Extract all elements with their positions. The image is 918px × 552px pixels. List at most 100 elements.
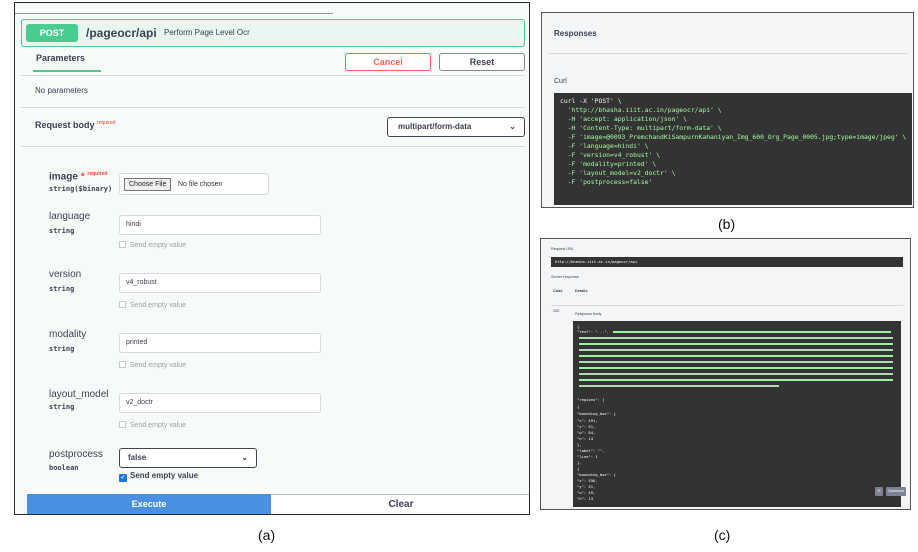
- json-line: "y": 51,: [577, 484, 596, 489]
- ocr-text-line: [579, 361, 893, 363]
- ocr-text-line: [579, 373, 893, 375]
- language-input[interactable]: hindi: [119, 215, 321, 235]
- tab-parameters[interactable]: Parameters: [36, 53, 85, 63]
- layout-model-input[interactable]: v2_doctr: [119, 393, 321, 413]
- param-image-name: image * required: [49, 171, 107, 182]
- execute-button[interactable]: Execute: [27, 494, 271, 514]
- endpoint-summary: Perform Page Level Ocr: [164, 28, 250, 37]
- param-language-type: string: [49, 227, 75, 235]
- param-layout-model-name: layout_model: [49, 389, 109, 400]
- divider: [21, 75, 525, 76]
- ocr-text-line: [579, 337, 893, 339]
- caption-c: (c): [714, 527, 731, 543]
- clear-button[interactable]: Clear: [271, 494, 529, 514]
- checkbox-icon[interactable]: [119, 421, 126, 428]
- swagger-operation-panel: POST /pageocr/api Perform Page Level Ocr…: [14, 2, 530, 515]
- json-line: "bounding_box": {: [577, 472, 616, 477]
- ocr-text-line: [579, 367, 893, 369]
- caption-a: (a): [258, 527, 276, 543]
- download-button[interactable]: Download: [886, 487, 906, 496]
- content-type-select[interactable]: multipart/form-data ⌄: [387, 117, 525, 137]
- json-line: },: [577, 442, 582, 447]
- curl-line: -H 'Content-Type: multipart/form-data' \: [560, 124, 722, 132]
- operation-header[interactable]: POST /pageocr/api Perform Page Level Ocr: [21, 19, 525, 47]
- responses-panel: Responses Curl curl -X 'POST' \ 'http://…: [541, 12, 914, 208]
- details-header: Details: [575, 289, 588, 293]
- json-line: },: [577, 460, 582, 465]
- chevron-down-icon: ⌄: [509, 122, 516, 131]
- response-body-code-block[interactable]: { "text": "...", "regions": [ { "boundin…: [573, 321, 901, 507]
- json-line: "bounding_box": {: [577, 411, 616, 416]
- curl-line: -F 'modality=printed' \: [560, 160, 657, 168]
- checkbox-icon[interactable]: [119, 301, 126, 308]
- response-body-label: Response body: [575, 312, 602, 316]
- param-postprocess-type: boolean: [49, 464, 79, 472]
- checkbox-icon[interactable]: [119, 241, 126, 248]
- file-input[interactable]: Choose File No file chosen: [119, 173, 269, 195]
- param-postprocess-name: postprocess: [49, 449, 103, 460]
- json-line: "x": 491,: [577, 418, 598, 423]
- modality-input[interactable]: printed: [119, 333, 321, 353]
- server-response-label: Server response: [551, 275, 579, 279]
- param-layout-model-type: string: [49, 403, 75, 411]
- json-line: "label": "",: [577, 448, 605, 453]
- request-body-heading: Request body required: [35, 120, 115, 130]
- request-url-label: Request URL: [551, 247, 574, 251]
- curl-line: 'http://bhasha.iiit.ac.in/pageocr/api' \: [560, 106, 722, 114]
- no-file-text: No file chosen: [178, 181, 223, 188]
- ocr-text-line: [613, 331, 891, 333]
- curl-code-block[interactable]: curl -X 'POST' \ 'http://bhasha.iiit.ac.…: [554, 93, 912, 205]
- status-code: 200: [553, 309, 560, 313]
- curl-line: -F 'postprocess=false': [560, 178, 653, 186]
- send-empty-language[interactable]: Send empty value: [119, 241, 186, 249]
- json-line: "w": 49,: [577, 490, 596, 495]
- json-line: "x": 556,: [577, 478, 598, 483]
- reset-button[interactable]: Reset: [439, 53, 525, 71]
- json-line: "h": 13: [577, 496, 594, 501]
- responses-heading: Responses: [554, 29, 597, 38]
- postprocess-select[interactable]: false ⌄: [119, 448, 257, 468]
- json-line: "w": 84,: [577, 430, 596, 435]
- curl-label: Curl: [554, 78, 567, 85]
- version-input[interactable]: v4_robust: [119, 273, 321, 293]
- divider: [551, 305, 903, 306]
- send-empty-postprocess[interactable]: ✓ Send empty value: [119, 471, 198, 482]
- param-modality-type: string: [49, 345, 75, 353]
- json-line: {: [577, 466, 580, 471]
- request-url-text: http://bhasha.iiit.ac.in/pageocr/api: [555, 259, 638, 264]
- send-empty-version[interactable]: Send empty value: [119, 301, 186, 309]
- send-empty-label: Send empty value: [130, 362, 187, 369]
- checkbox-checked-icon[interactable]: ✓: [119, 474, 127, 482]
- curl-line: -F 'layout_model=v2_doctr' \: [560, 169, 676, 177]
- ocr-text-line: [579, 349, 893, 351]
- ocr-text-line: [579, 343, 893, 345]
- json-line: "text": "...",: [577, 329, 610, 334]
- copy-button[interactable]: ⎘: [875, 487, 883, 496]
- content-type-value: multipart/form-data: [398, 122, 472, 131]
- checkbox-icon[interactable]: [119, 361, 126, 368]
- endpoint-path: /pageocr/api: [86, 26, 157, 40]
- server-response-panel: Request URL http://bhasha.iiit.ac.in/pag…: [540, 238, 911, 510]
- curl-line: -F 'version=v4_robust' \: [560, 151, 661, 159]
- required-marker: required: [97, 120, 116, 126]
- request-body-label: Request body: [35, 120, 95, 130]
- send-empty-modality[interactable]: Send empty value: [119, 361, 186, 369]
- json-line: "regions": [: [577, 397, 605, 402]
- cancel-button[interactable]: Cancel: [345, 53, 431, 71]
- param-version-name: version: [49, 269, 82, 280]
- required-star: *: [80, 171, 85, 183]
- curl-line: -H 'accept: application/json' \: [560, 115, 687, 123]
- required-marker: required: [87, 171, 108, 177]
- code-header: Code: [553, 289, 563, 293]
- curl-line: curl -X 'POST' \: [560, 97, 622, 105]
- ocr-text-line: [579, 355, 893, 357]
- curl-line: -F 'language=hindi' \: [560, 142, 649, 150]
- json-line: "h": 14: [577, 436, 594, 441]
- no-parameters-text: No parameters: [35, 86, 88, 95]
- request-url-box[interactable]: http://bhasha.iiit.ac.in/pageocr/api: [551, 257, 903, 267]
- divider: [21, 107, 525, 108]
- send-empty-label: Send empty value: [130, 242, 187, 249]
- choose-file-button[interactable]: Choose File: [124, 178, 172, 191]
- send-empty-layout-model[interactable]: Send empty value: [119, 421, 186, 429]
- curl-line: -F 'image=@0093_PremchandKiSampurnKahani…: [560, 133, 907, 141]
